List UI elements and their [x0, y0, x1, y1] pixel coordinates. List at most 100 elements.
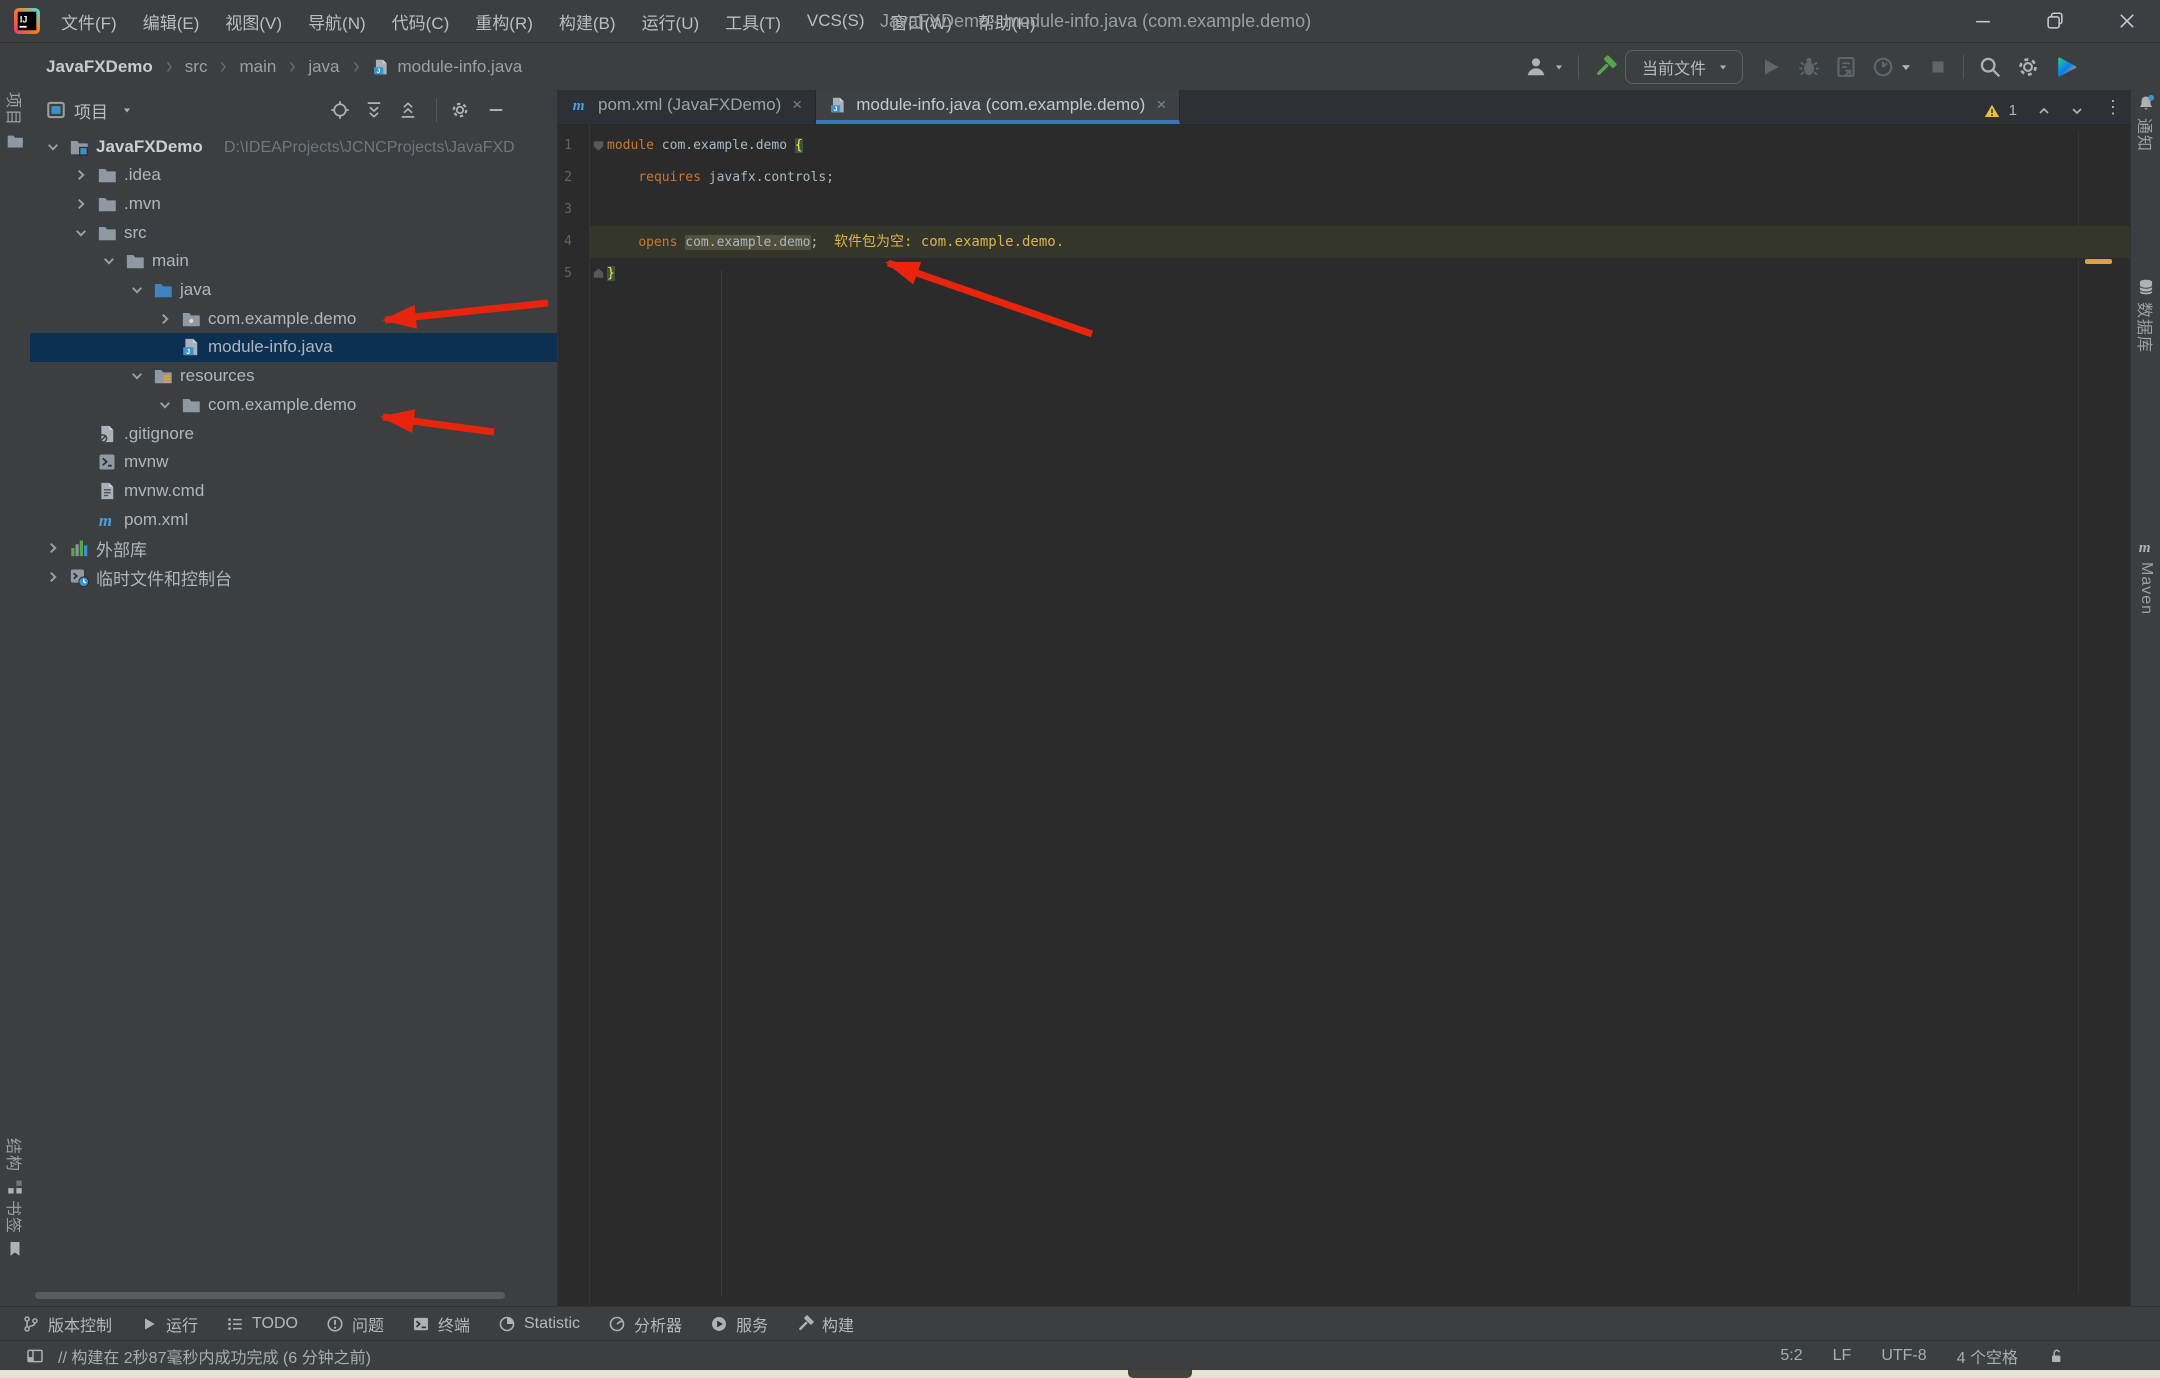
build-hammer-icon[interactable]: [1593, 55, 1617, 79]
tool-window-button-分析器[interactable]: 分析器: [608, 1312, 682, 1336]
tree-item-label: src: [124, 223, 147, 243]
tree-item-外部库[interactable]: 外部库: [30, 534, 557, 563]
menu-item[interactable]: 导航(N): [295, 9, 379, 34]
tool-window-button-终端[interactable]: 终端: [412, 1312, 470, 1336]
run-with-coverage-icon[interactable]: [1834, 55, 1858, 79]
user-caret-down-icon[interactable]: [1552, 60, 1566, 74]
tool-window-button-构建[interactable]: 构建: [796, 1312, 854, 1336]
menu-item[interactable]: 运行(U): [629, 9, 713, 34]
inspection-widget[interactable]: 1: [1984, 102, 2085, 119]
tab-options-kebab-icon[interactable]: ⋮: [2104, 90, 2122, 124]
search-everywhere-icon[interactable]: [1978, 55, 2002, 79]
profiler-icon[interactable]: [1871, 55, 1895, 79]
editor-tab[interactable]: mpom.xml (JavaFXDemo)×: [558, 90, 816, 124]
tree-chevron-down-icon[interactable]: [156, 396, 174, 414]
tree-item-.mvn[interactable]: .mvn: [30, 189, 557, 218]
tool-stripe-button-项目[interactable]: 项目: [0, 92, 30, 150]
breadcrumb-item[interactable]: main: [239, 57, 276, 77]
tab-close-icon[interactable]: ×: [1156, 95, 1166, 115]
tree-item-mvnw.cmd[interactable]: mvnw.cmd: [30, 476, 557, 505]
previous-problem-chevron-up-icon[interactable]: [2036, 103, 2052, 119]
tree-chevron-down-icon[interactable]: [72, 224, 90, 242]
settings-gear-icon[interactable]: [2016, 55, 2040, 79]
tab-close-icon[interactable]: ×: [792, 95, 802, 115]
tree-chevron-down-icon[interactable]: [44, 138, 62, 156]
tree-item-resources[interactable]: resources: [30, 362, 557, 391]
tool-window-button-问题[interactable]: 问题: [326, 1312, 384, 1336]
tree-item-module-info.java[interactable]: Jmodule-info.java: [30, 333, 557, 362]
play-icon: [140, 1315, 158, 1333]
warning-stripe-mark[interactable]: [2085, 259, 2112, 264]
tool-window-button-Statistic[interactable]: Statistic: [498, 1315, 580, 1333]
tree-item-java[interactable]: java: [30, 276, 557, 305]
code-line[interactable]: requires javafx.controls;: [607, 162, 834, 194]
breadcrumb-item[interactable]: src: [185, 57, 208, 77]
tree-item-.idea[interactable]: .idea: [30, 161, 557, 190]
tree-chevron-down-icon[interactable]: [100, 252, 118, 270]
minimize-button[interactable]: [1966, 0, 2000, 42]
close-button[interactable]: [2110, 0, 2144, 42]
tree-item-pom.xml[interactable]: mpom.xml: [30, 505, 557, 534]
restore-button[interactable]: [2038, 0, 2072, 42]
menu-item[interactable]: 工具(T): [712, 9, 794, 34]
tree-item-com.example.demo[interactable]: com.example.demo: [30, 390, 557, 419]
plugin-logo-icon[interactable]: [2054, 54, 2080, 80]
next-problem-chevron-down-icon[interactable]: [2069, 103, 2085, 119]
tool-window-button-运行[interactable]: 运行: [140, 1312, 198, 1336]
tree-chevron-right-icon[interactable]: [72, 166, 90, 184]
library-icon: [69, 538, 89, 558]
tool-stripe-button-结构[interactable]: 结构: [0, 1138, 30, 1196]
breadcrumb-item[interactable]: module-info.java: [398, 57, 523, 77]
menu-item[interactable]: 视图(V): [212, 9, 295, 34]
fold-marker-icon[interactable]: [591, 138, 606, 153]
breadcrumb-item[interactable]: java: [308, 57, 339, 77]
tree-item-.gitignore[interactable]: .gitignore: [30, 419, 557, 448]
code-line[interactable]: opens com.example.demo; 软件包为空: com.examp…: [607, 226, 1064, 258]
user-account-icon[interactable]: [1524, 55, 1548, 79]
tool-window-button-版本控制[interactable]: 版本控制: [22, 1312, 112, 1336]
tool-stripe-button-通知[interactable]: 通知: [2131, 94, 2160, 152]
file-encoding[interactable]: UTF-8: [1881, 1347, 1926, 1365]
tree-item-临时文件和控制台[interactable]: 临时文件和控制台: [30, 563, 557, 592]
code-editor[interactable]: 1module com.example.demo {2 requires jav…: [558, 124, 2130, 1306]
menu-item[interactable]: 文件(F): [48, 9, 130, 34]
menu-item[interactable]: 代码(C): [379, 9, 463, 34]
tool-stripe-button-书签[interactable]: 书签: [0, 1200, 30, 1258]
code-line[interactable]: module com.example.demo {: [607, 130, 803, 162]
tree-item-JavaFXDemo[interactable]: JavaFXDemoD:\IDEAProjects\JCNCProjects\J…: [30, 132, 557, 161]
tree-item-com.example.demo[interactable]: com.example.demo: [30, 304, 557, 333]
right-tool-stripe: 通知数据库 mMaven: [2130, 90, 2160, 1306]
tree-item-main[interactable]: main: [30, 247, 557, 276]
run-configuration-combo[interactable]: 当前文件: [1625, 50, 1743, 84]
tree-chevron-right-icon[interactable]: [156, 310, 174, 328]
profiler-caret-down-icon[interactable]: [1897, 58, 1915, 76]
menu-item[interactable]: 重构(R): [462, 9, 546, 34]
menu-item[interactable]: 构建(B): [546, 9, 629, 34]
editor-tab[interactable]: Jmodule-info.java (com.example.demo)×: [816, 90, 1180, 124]
tree-chevron-right-icon[interactable]: [72, 195, 90, 213]
tool-stripe-button-Maven[interactable]: mMaven: [2131, 538, 2160, 615]
menu-item[interactable]: VCS(S): [794, 11, 878, 31]
indent-setting[interactable]: 4 个空格: [1957, 1344, 2018, 1368]
run-play-icon[interactable]: [1759, 55, 1783, 79]
lock-open-icon[interactable]: [2048, 1348, 2064, 1364]
menu-item[interactable]: 编辑(E): [130, 9, 213, 34]
fold-marker-icon[interactable]: [591, 266, 606, 281]
layout-toggle-icon[interactable]: [26, 1347, 44, 1365]
tree-chevron-down-icon[interactable]: [128, 281, 146, 299]
tree-item-src[interactable]: src: [30, 218, 557, 247]
caret-position[interactable]: 5:2: [1780, 1347, 1802, 1365]
tree-chevron-down-icon[interactable]: [128, 367, 146, 385]
tool-stripe-button-数据库[interactable]: 数据库: [2131, 278, 2160, 353]
tool-window-button-TODO[interactable]: TODO: [226, 1315, 298, 1333]
horizontal-scrollbar[interactable]: [35, 1292, 505, 1299]
debug-bug-icon[interactable]: [1797, 55, 1821, 79]
tool-window-button-服务[interactable]: 服务: [710, 1312, 768, 1336]
breadcrumb-item[interactable]: JavaFXDemo: [46, 57, 153, 77]
line-separator[interactable]: LF: [1833, 1347, 1852, 1365]
tree-item-mvnw[interactable]: mvnw: [30, 448, 557, 477]
tree-chevron-right-icon[interactable]: [44, 539, 62, 557]
code-line[interactable]: }: [607, 258, 615, 290]
stop-icon[interactable]: [1927, 56, 1949, 78]
tree-chevron-right-icon[interactable]: [44, 568, 62, 586]
